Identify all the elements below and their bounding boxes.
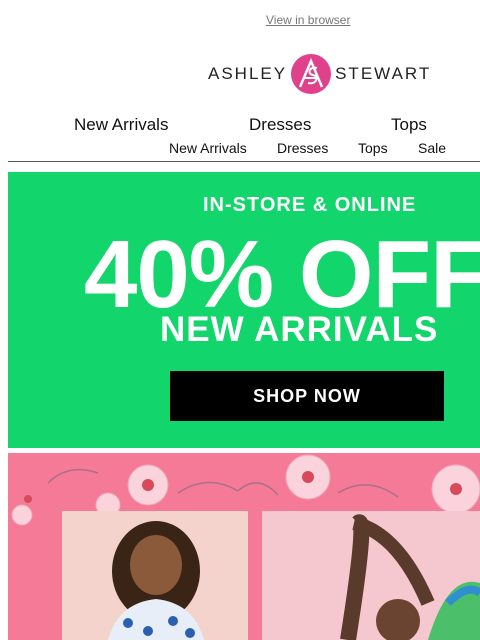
logo-monogram-icon bbox=[291, 54, 332, 94]
view-in-browser-link[interactable]: View in browser bbox=[266, 13, 350, 27]
subnav-sale[interactable]: Sale bbox=[418, 140, 446, 156]
logo-left-text: ASHLEY bbox=[208, 64, 288, 83]
promo-subhead: NEW ARRIVALS bbox=[160, 310, 439, 349]
promo-banner[interactable]: IN-STORE & ONLINE 40% OFF NEW ARRIVALS S… bbox=[8, 172, 480, 448]
shop-now-button[interactable]: SHOP NOW bbox=[170, 371, 444, 421]
subnav-dresses[interactable]: Dresses bbox=[277, 140, 328, 156]
promo-eyebrow: IN-STORE & ONLINE bbox=[203, 194, 417, 216]
hero-image[interactable] bbox=[8, 453, 480, 640]
nav-new-arrivals[interactable]: New Arrivals bbox=[74, 115, 168, 135]
subnav-new-arrivals[interactable]: New Arrivals bbox=[169, 140, 247, 156]
nav-dresses[interactable]: Dresses bbox=[249, 115, 311, 135]
brand-logo[interactable]: ASHLEY STEWART bbox=[208, 52, 431, 96]
hero-illustration bbox=[11, 454, 480, 640]
subnav-tops[interactable]: Tops bbox=[358, 140, 388, 156]
nav-divider bbox=[8, 161, 480, 162]
logo-right-text: STEWART bbox=[335, 64, 432, 83]
nav-tops[interactable]: Tops bbox=[391, 115, 427, 135]
